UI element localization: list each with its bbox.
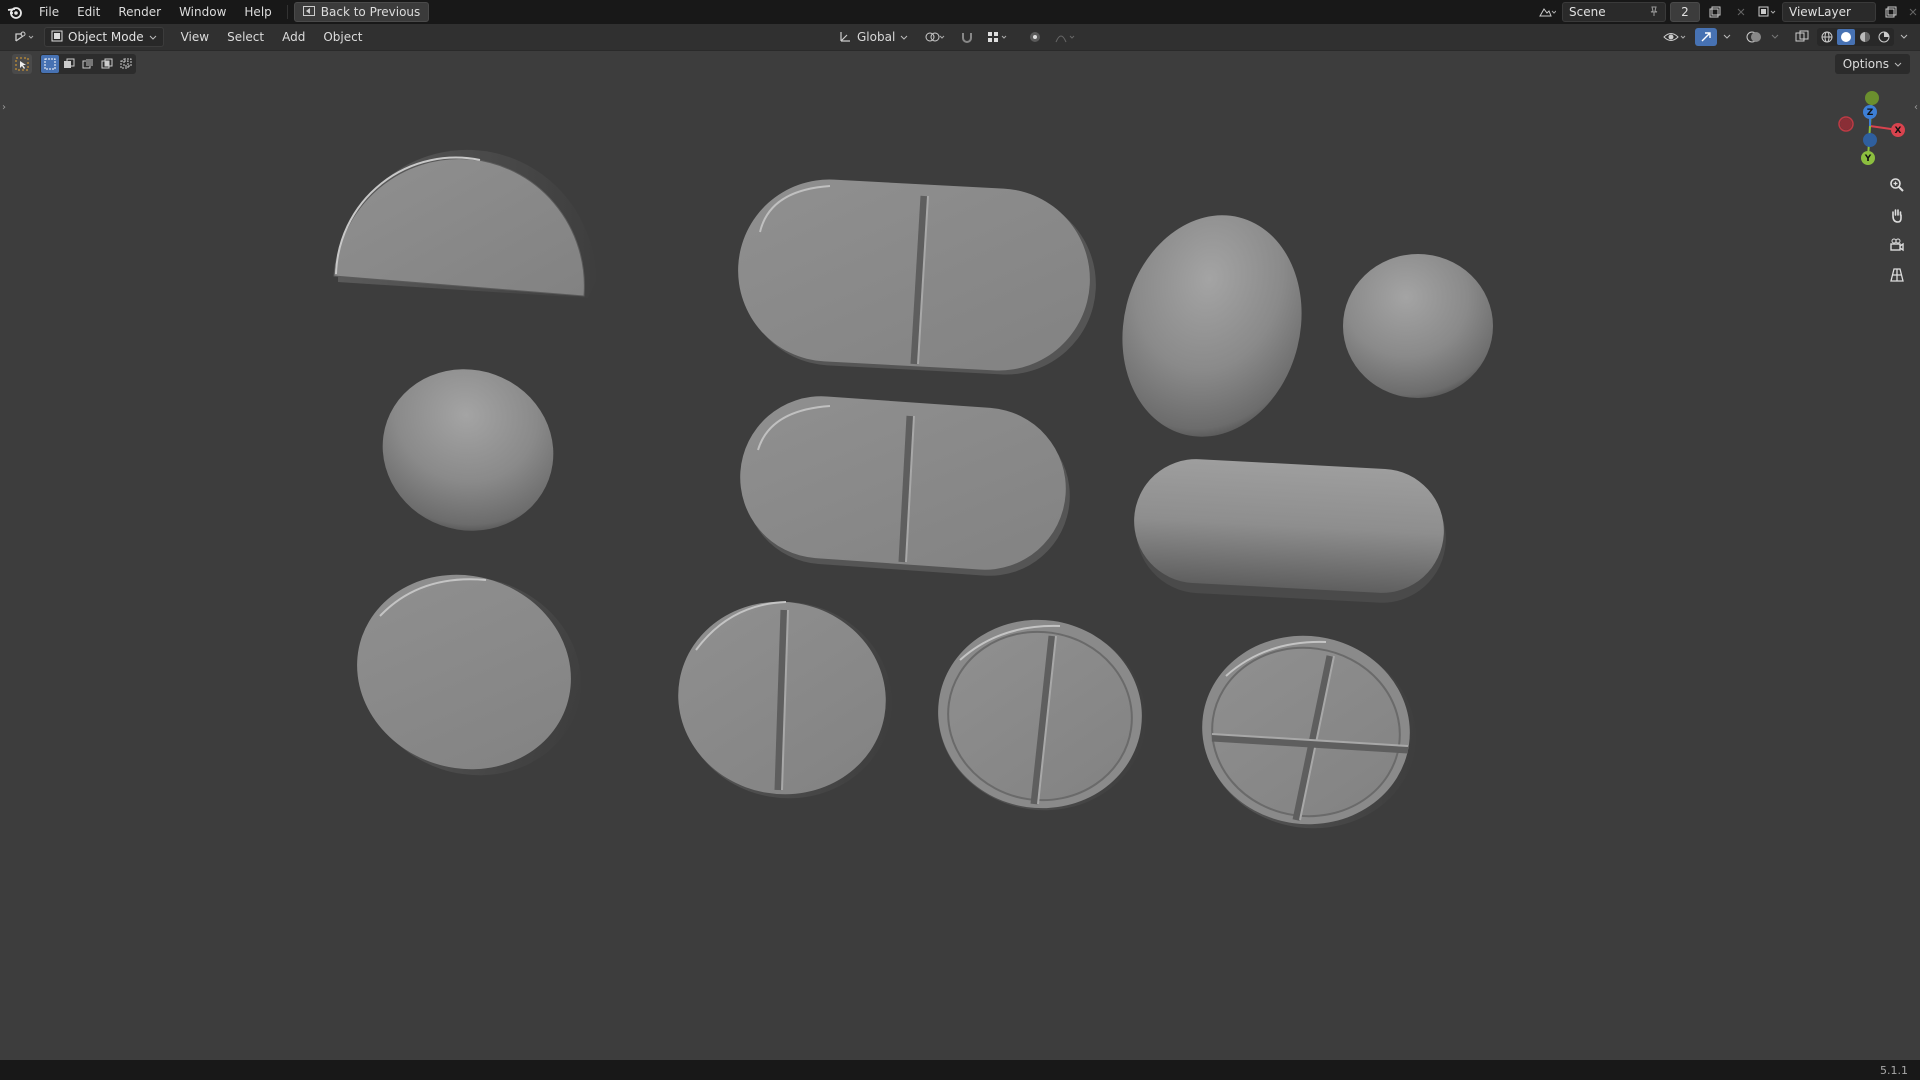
menu-select[interactable]: Select xyxy=(218,30,273,44)
shading-dropdown-icon[interactable] xyxy=(1898,28,1910,46)
menu-add[interactable]: Add xyxy=(273,30,314,44)
new-scene-icon[interactable] xyxy=(1704,3,1726,21)
object-mode-label: Object Mode xyxy=(68,30,144,44)
wireframe-shading-icon[interactable] xyxy=(1818,29,1836,45)
blender-logo-icon[interactable] xyxy=(0,0,30,24)
scene-name-field[interactable]: Scene xyxy=(1562,2,1666,22)
options-dropdown[interactable]: Options xyxy=(1834,54,1910,74)
toolbar-expand-arrow-icon[interactable]: › xyxy=(2,102,6,113)
transform-orientation-dropdown[interactable]: Global xyxy=(838,29,908,46)
material-preview-icon[interactable] xyxy=(1856,29,1874,45)
status-bar: 5.1.1 xyxy=(0,1060,1920,1080)
back-button-label: Back to Previous xyxy=(320,5,421,19)
snap-target-icon[interactable] xyxy=(984,28,1012,46)
pill-cross-scored[interactable] xyxy=(1190,622,1428,841)
orientation-axes-icon xyxy=(838,29,852,46)
pill-round-scored-2[interactable] xyxy=(926,607,1158,824)
menu-separator xyxy=(286,5,288,19)
object-mode-dropdown[interactable]: Object Mode xyxy=(44,27,164,47)
overlays-dropdown-icon[interactable] xyxy=(1769,28,1781,46)
select-intersect-icon[interactable] xyxy=(117,55,135,73)
menu-view[interactable]: View xyxy=(172,30,218,44)
overlays-icon[interactable] xyxy=(1743,28,1765,46)
gizmo-x-label: X xyxy=(1895,126,1902,136)
viewport-header: Object Mode View Select Add Object Globa… xyxy=(0,24,1920,51)
selection-mode-group xyxy=(40,54,136,74)
show-gizmo-icon[interactable] xyxy=(1695,28,1717,46)
editor-type-icon[interactable] xyxy=(10,28,40,46)
orientation-label: Global xyxy=(857,30,896,44)
select-extend-icon[interactable] xyxy=(60,55,78,73)
gizmo-y-label: Y xyxy=(1864,154,1872,164)
transform-tools: Global xyxy=(838,24,1080,50)
perspective-grid-icon[interactable] xyxy=(1884,264,1910,286)
tool-header-row xyxy=(12,54,136,74)
object-mode-icon xyxy=(51,30,63,45)
menu-edit[interactable]: Edit xyxy=(68,0,109,24)
pill-half-moon[interactable] xyxy=(333,149,596,298)
select-invert-icon[interactable] xyxy=(98,55,116,73)
gizmo-z-label: Z xyxy=(1867,108,1874,118)
visibility-eye-icon[interactable] xyxy=(1661,28,1691,46)
scene-user-count[interactable]: 2 xyxy=(1670,2,1700,22)
gizmo-dropdown-icon[interactable] xyxy=(1721,28,1733,46)
menu-file[interactable]: File xyxy=(30,0,68,24)
top-right-controls: Scene 2 ViewLayer xyxy=(1536,0,1920,24)
pill-oval-egg[interactable] xyxy=(1100,196,1325,456)
top-menu-bar: File Edit Render Window Help Back to Pre… xyxy=(0,0,1920,24)
blender-version: 5.1.1 xyxy=(1880,1063,1908,1077)
camera-view-icon[interactable] xyxy=(1884,234,1910,256)
solid-shading-icon[interactable] xyxy=(1837,29,1855,45)
pill-sphere-small[interactable] xyxy=(360,345,576,554)
chevron-down-icon xyxy=(900,30,908,44)
view-layer-browse-icon[interactable] xyxy=(1756,3,1778,21)
pill-round-scored-1[interactable] xyxy=(663,585,907,815)
menu-render[interactable]: Render xyxy=(109,0,170,24)
menu-object[interactable]: Object xyxy=(314,30,371,44)
screen-back-icon xyxy=(302,5,315,19)
pill-scored-oblong-1[interactable] xyxy=(733,175,1100,379)
pan-hand-icon[interactable] xyxy=(1884,204,1910,226)
snap-toggle-icon[interactable] xyxy=(956,28,978,46)
scene-browse-icon[interactable] xyxy=(1536,3,1558,21)
rendered-shading-icon[interactable] xyxy=(1875,29,1893,45)
pill-capsule[interactable] xyxy=(1131,456,1449,606)
select-new-icon[interactable] xyxy=(41,55,59,73)
select-subtract-icon[interactable] xyxy=(79,55,97,73)
scene-name: Scene xyxy=(1569,5,1606,19)
view-layer-name: ViewLayer xyxy=(1789,5,1851,19)
delete-scene-icon[interactable] xyxy=(1730,3,1752,21)
proportional-editing-icon[interactable] xyxy=(1024,28,1046,46)
pill-scored-oblong-2[interactable] xyxy=(735,391,1075,581)
back-to-previous-button[interactable]: Back to Previous xyxy=(293,2,430,22)
shading-mode-group xyxy=(1817,28,1894,46)
view-layer-field[interactable]: ViewLayer xyxy=(1782,2,1876,22)
pill-flat-round[interactable] xyxy=(332,547,607,803)
pin-icon[interactable] xyxy=(1649,5,1659,19)
chevron-down-icon xyxy=(149,30,157,44)
chevron-down-icon xyxy=(1894,57,1902,71)
delete-view-layer-icon[interactable] xyxy=(1906,3,1920,21)
select-tool-icon[interactable] xyxy=(12,54,32,74)
navigation-gizmo[interactable]: Z X Y xyxy=(1828,84,1912,168)
viewport-navigation xyxy=(1884,174,1910,286)
viewport-3d[interactable] xyxy=(0,52,1920,1058)
new-view-layer-icon[interactable] xyxy=(1880,3,1902,21)
xray-toggle-icon[interactable] xyxy=(1791,28,1813,46)
menu-help[interactable]: Help xyxy=(235,0,280,24)
menu-window[interactable]: Window xyxy=(170,0,235,24)
viewport-display-tools xyxy=(1661,24,1910,50)
pivot-point-icon[interactable] xyxy=(922,28,950,46)
zoom-icon[interactable] xyxy=(1884,174,1910,196)
sidebar-expand-arrow-icon[interactable]: ‹ xyxy=(1914,102,1918,113)
options-label: Options xyxy=(1842,57,1889,71)
falloff-curve-icon[interactable] xyxy=(1052,28,1080,46)
pill-sphere-large[interactable] xyxy=(1343,254,1493,398)
